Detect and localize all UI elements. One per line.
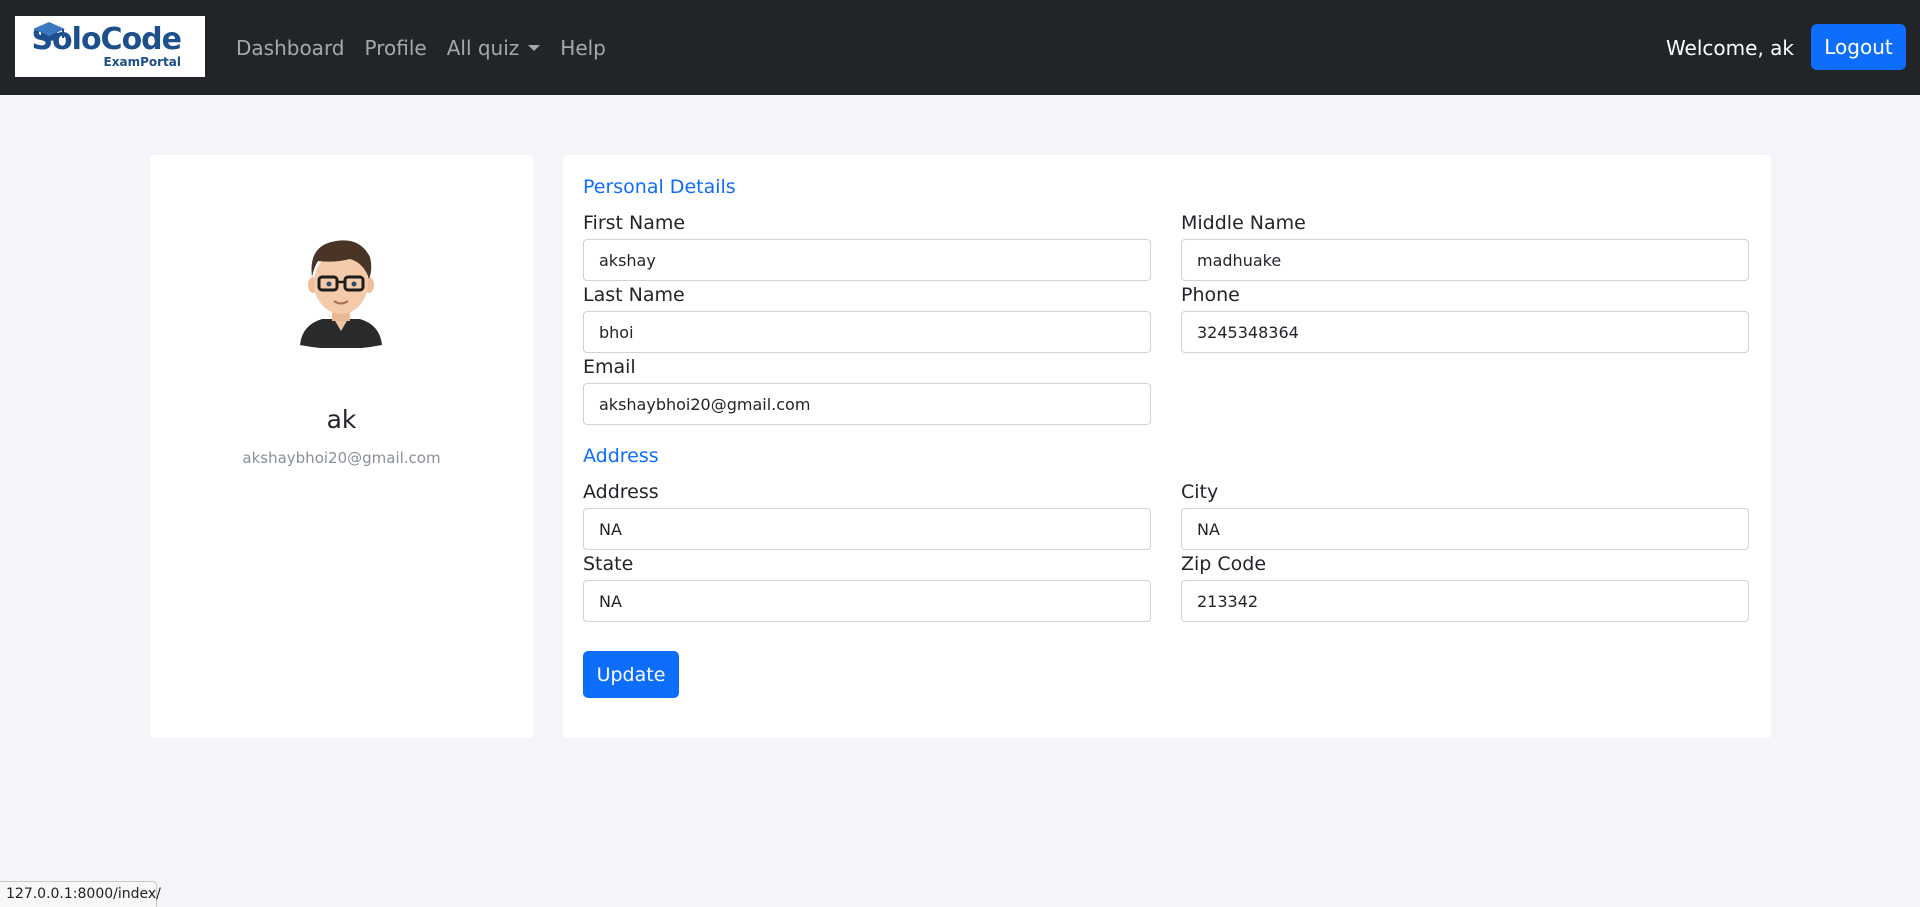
nav-link-dashboard[interactable]: Dashboard (236, 36, 345, 60)
city-label: City (1181, 481, 1219, 503)
address-heading: Address (583, 445, 659, 467)
brand-logo[interactable]: SoloCode ExamPortal (15, 16, 205, 77)
caret-down-icon (528, 44, 541, 51)
state-input[interactable] (583, 580, 1151, 622)
nav-dropdown-label: All quiz (446, 35, 520, 60)
profile-email: akshaybhoi20@gmail.com (242, 449, 441, 467)
last-name-input[interactable] (583, 311, 1151, 353)
welcome-text: Welcome, ak (1665, 35, 1794, 60)
city-input[interactable] (1181, 508, 1749, 550)
email-input[interactable] (583, 383, 1151, 425)
profile-username: ak (326, 405, 357, 434)
graduation-cap-icon (33, 22, 65, 41)
first-name-label: First Name (583, 212, 686, 234)
logout-button[interactable]: Logout (1811, 24, 1906, 70)
nav-dropdown-all-quiz[interactable]: All quiz (447, 36, 541, 60)
nav-link-help[interactable]: Help (560, 36, 606, 60)
personal-details-heading: Personal Details (583, 176, 736, 198)
nav-links: Dashboard Profile All quiz Help (236, 0, 626, 95)
profile-form-card: Personal Details First Name Middle Name … (563, 155, 1771, 738)
nav-link-profile[interactable]: Profile (365, 36, 427, 60)
zip-code-label: Zip Code (1181, 553, 1267, 575)
status-bar-url: 127.0.0.1:8000/index/ (0, 881, 161, 907)
first-name-input[interactable] (583, 239, 1151, 281)
middle-name-input[interactable] (1181, 239, 1749, 281)
state-label: State (583, 553, 634, 575)
top-navbar: SoloCode ExamPortal Dashboard Profile Al… (0, 0, 1920, 95)
email-label: Email (583, 356, 636, 378)
update-button[interactable]: Update (583, 651, 679, 698)
zip-code-input[interactable] (1181, 580, 1749, 622)
avatar (300, 240, 382, 348)
address-input[interactable] (583, 508, 1151, 550)
phone-input[interactable] (1181, 311, 1749, 353)
brand-subtitle: ExamPortal (103, 54, 181, 69)
phone-label: Phone (1181, 284, 1240, 306)
profile-card: ak akshaybhoi20@gmail.com (150, 155, 533, 738)
address-label: Address (583, 481, 659, 503)
last-name-label: Last Name (583, 284, 685, 306)
middle-name-label: Middle Name (1181, 212, 1306, 234)
